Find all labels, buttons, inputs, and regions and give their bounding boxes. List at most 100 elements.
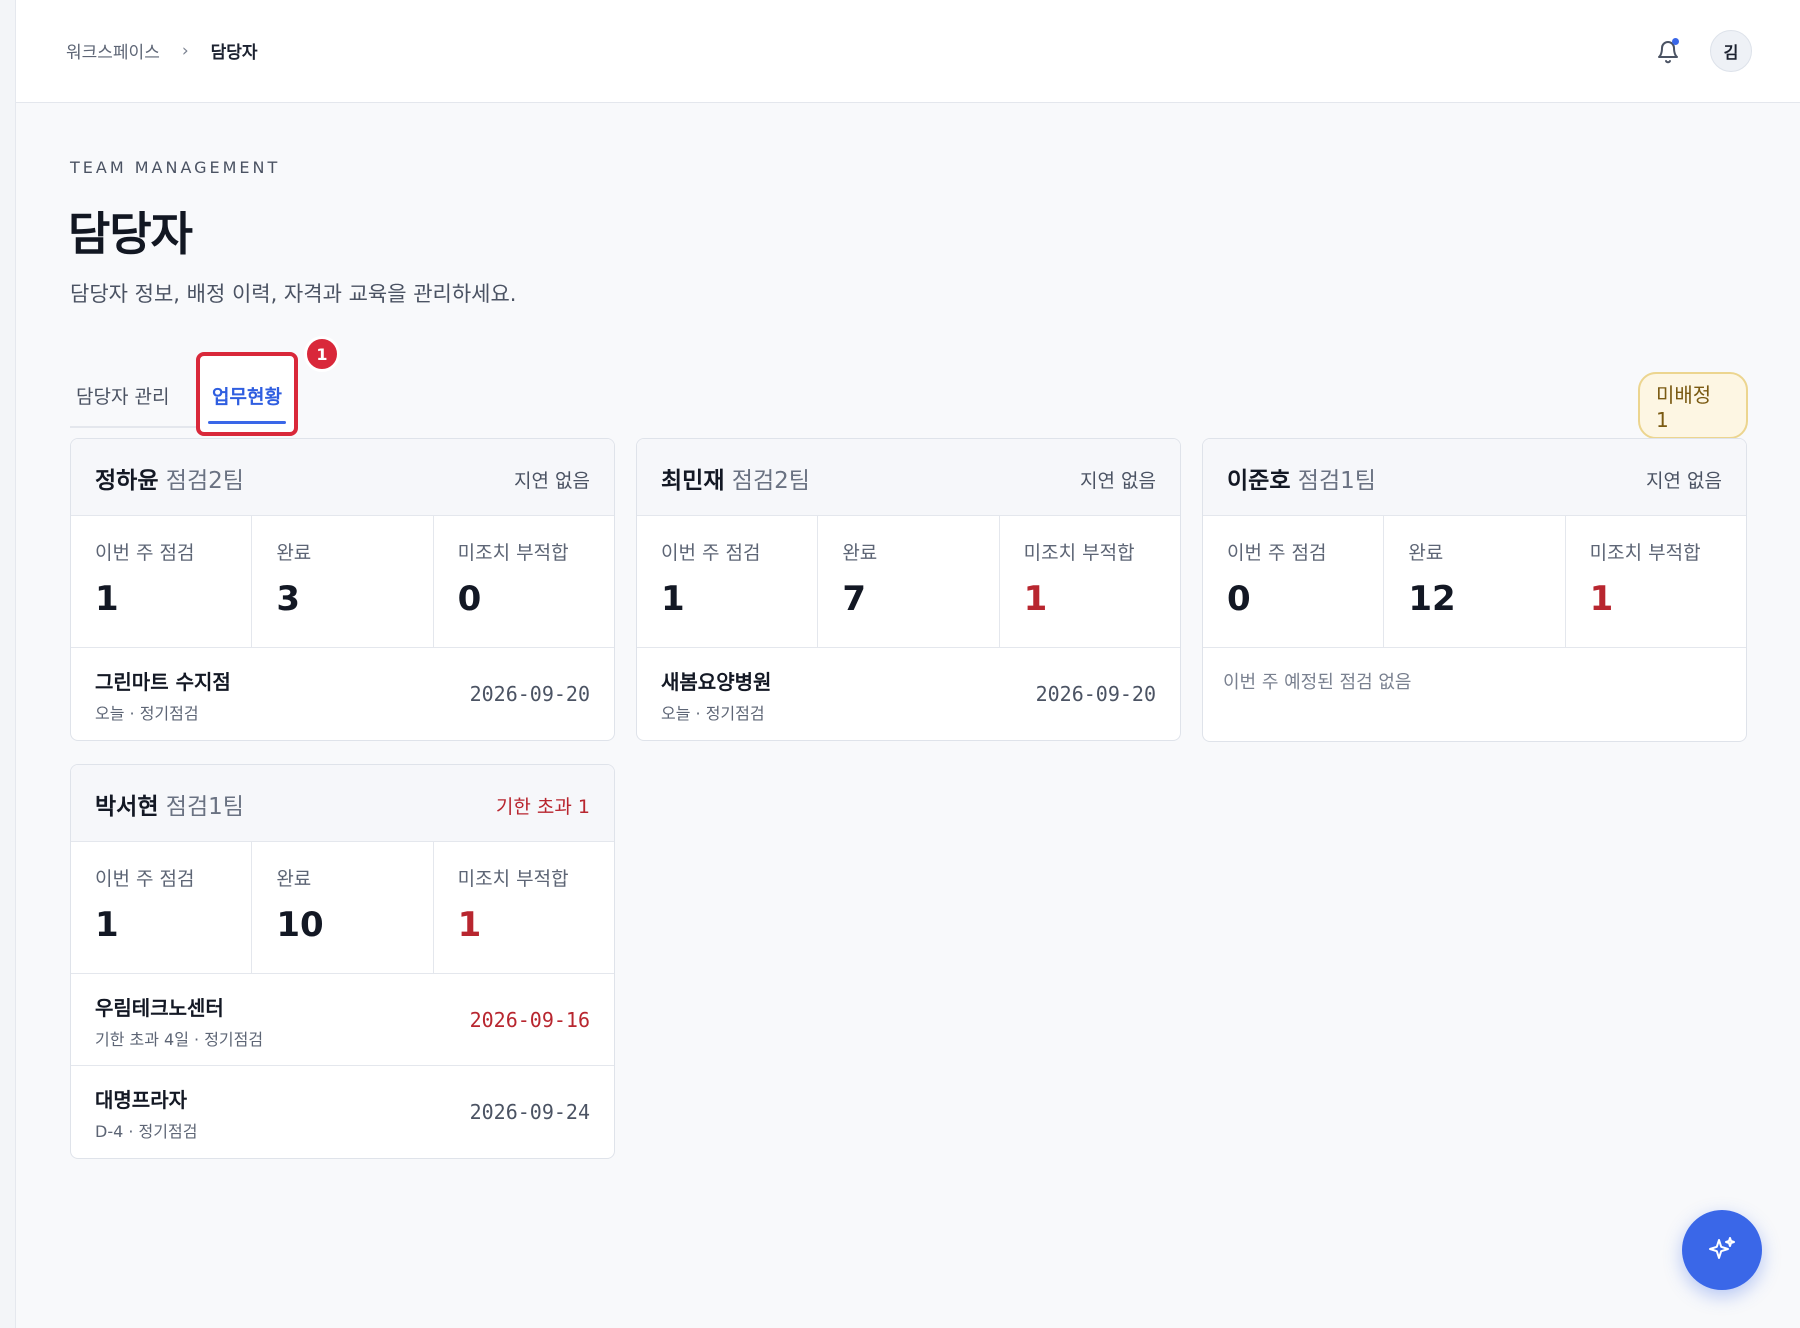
card-header: 박서현 점검1팀 기한 초과 1 (71, 765, 614, 842)
stat-label: 이번 주 점검 (95, 868, 195, 890)
stat-value: 0 (457, 579, 482, 619)
card-header: 정하윤 점검2팀 지연 없음 (71, 439, 614, 516)
stat-value: 3 (276, 579, 300, 619)
stat-label: 이번 주 점검 (95, 542, 195, 564)
task-meta: D-4 · 정기점검 (95, 1122, 198, 1141)
staff-name[interactable]: 이준호 (1227, 468, 1290, 494)
staff-name-line: 이준호 점검1팀 (1227, 461, 1376, 495)
task-row[interactable]: 새봄요양병원 오늘 · 정기점검 2026-09-20 (637, 648, 1180, 740)
stat-nonconformity: 미조치 부적합 0 (434, 516, 614, 647)
stat-label: 이번 주 점검 (661, 542, 761, 564)
staff-team: 점검2팀 (731, 468, 810, 494)
notification-dot (1672, 38, 1679, 45)
stat-value: 0 (1227, 579, 1251, 619)
task-meta: 오늘 · 정기점검 (661, 704, 765, 723)
overdue-status: 기한 초과 1 (495, 796, 590, 818)
stat-label: 미조치 부적합 (457, 868, 569, 890)
stat-value: 1 (1023, 579, 1048, 619)
task-site: 우림테크노센터 (95, 996, 224, 1020)
active-tab-indicator (208, 421, 286, 424)
task-row[interactable]: 대명프라자 D-4 · 정기점검 2026-09-24 (71, 1066, 614, 1158)
task-date: 2026-09-24 (469, 1100, 590, 1124)
card-header: 이준호 점검1팀 지연 없음 (1203, 439, 1746, 516)
staff-card: 최민재 점검2팀 지연 없음 이번 주 점검 1 완료 7 미조치 부적합 1 … (636, 438, 1181, 741)
task-date: 2026-09-20 (1035, 682, 1156, 706)
staff-name-line: 최민재 점검2팀 (661, 461, 810, 495)
staff-team: 점검1팀 (165, 794, 244, 820)
avatar[interactable]: 김 (1710, 30, 1752, 72)
stats-row: 이번 주 점검 0 완료 12 미조치 부적합 1 (1203, 516, 1746, 648)
task-site: 대명프라자 (95, 1088, 187, 1112)
stat-label: 미조치 부적합 (1589, 542, 1701, 564)
stat-label: 미조치 부적합 (1023, 542, 1135, 564)
stat-value: 12 (1408, 579, 1456, 619)
stat-label: 완료 (1408, 542, 1444, 564)
task-site: 그린마트 수지점 (95, 670, 231, 694)
task-date: 2026-09-20 (469, 682, 590, 706)
stat-nonconformity: 미조치 부적합 1 (1566, 516, 1746, 647)
staff-team: 점검1팀 (1297, 468, 1376, 494)
stat-value: 1 (95, 905, 119, 945)
delay-status: 지연 없음 (1646, 470, 1722, 492)
task-site: 새봄요양병원 (661, 670, 772, 694)
stats-row: 이번 주 점검 1 완료 3 미조치 부적합 0 (71, 516, 614, 648)
ai-assistant-button[interactable] (1682, 1210, 1762, 1290)
task-date: 2026-09-16 (469, 1008, 590, 1032)
stat-week: 이번 주 점검 1 (71, 516, 253, 647)
page-title: 담당자 (68, 207, 193, 261)
stats-row: 이번 주 점검 1 완료 7 미조치 부적합 1 (637, 516, 1180, 648)
stat-nonconformity: 미조치 부적합 1 (1000, 516, 1180, 647)
stat-done: 완료 3 (252, 516, 434, 647)
stat-value: 10 (276, 905, 324, 945)
stat-value: 1 (95, 579, 119, 619)
empty-state: 이번 주 예정된 점검 없음 (1223, 672, 1412, 693)
tab-staff-management[interactable]: 담당자 관리 (76, 382, 169, 409)
stat-nonconformity: 미조치 부적합 1 (434, 842, 614, 973)
staff-team: 점검2팀 (165, 468, 244, 494)
top-bar: 워크스페이스 › 담당자 김 (16, 0, 1800, 103)
stat-label: 완료 (276, 868, 312, 890)
breadcrumb-current: 담당자 (210, 43, 258, 63)
tab-work-status[interactable]: 업무현황 1 (196, 336, 340, 436)
staff-card: 박서현 점검1팀 기한 초과 1 이번 주 점검 1 완료 10 미조치 부적합… (70, 764, 615, 1159)
stat-label: 완료 (276, 542, 312, 564)
stat-done: 완료 7 (818, 516, 1000, 647)
staff-name-line: 박서현 점검1팀 (95, 787, 244, 821)
task-meta: 기한 초과 4일 · 정기점검 (95, 1030, 264, 1049)
stat-label: 완료 (842, 542, 878, 564)
card-header: 최민재 점검2팀 지연 없음 (637, 439, 1180, 516)
chevron-right-icon: › (181, 40, 189, 61)
staff-name-line: 정하윤 점검2팀 (95, 461, 244, 495)
staff-name[interactable]: 최민재 (661, 468, 724, 494)
task-row[interactable]: 그린마트 수지점 오늘 · 정기점검 2026-09-20 (71, 648, 614, 740)
task-row[interactable]: 우림테크노센터 기한 초과 4일 · 정기점검 2026-09-16 (71, 974, 614, 1066)
step-badge: 1 (304, 336, 340, 372)
stat-week: 이번 주 점검 0 (1203, 516, 1385, 647)
stat-value: 1 (457, 905, 482, 945)
delay-status: 지연 없음 (514, 470, 590, 492)
tab-bar: 담당자 관리 업무현황 1 미배정 1 (70, 336, 1748, 439)
sidebar-edge (0, 0, 16, 1328)
notification-button[interactable] (1648, 32, 1688, 72)
stats-row: 이번 주 점검 1 완료 10 미조치 부적합 1 (71, 842, 614, 974)
stat-value: 7 (842, 579, 866, 619)
staff-name[interactable]: 정하윤 (95, 468, 158, 494)
page-subtitle: 담당자 정보, 배정 이력, 자격과 교육을 관리하세요. (70, 282, 517, 306)
page-eyebrow: TEAM MANAGEMENT (70, 158, 281, 177)
stat-label: 미조치 부적합 (457, 542, 569, 564)
breadcrumb-workspace[interactable]: 워크스페이스 (66, 38, 160, 63)
stat-done: 완료 12 (1384, 516, 1566, 647)
stat-done: 완료 10 (252, 842, 434, 973)
tab-work-status-label: 업무현황 (212, 386, 282, 408)
stat-label: 이번 주 점검 (1227, 542, 1327, 564)
sparkles-icon (1709, 1237, 1735, 1259)
stat-week: 이번 주 점검 1 (71, 842, 253, 973)
breadcrumb: 워크스페이스 › 담당자 (66, 38, 258, 64)
staff-card: 정하윤 점검2팀 지연 없음 이번 주 점검 1 완료 3 미조치 부적합 0 … (70, 438, 615, 741)
stat-value: 1 (661, 579, 685, 619)
delay-status: 지연 없음 (1080, 470, 1156, 492)
stat-value: 1 (1589, 579, 1614, 619)
staff-name[interactable]: 박서현 (95, 794, 158, 820)
staff-card: 이준호 점검1팀 지연 없음 이번 주 점검 0 완료 12 미조치 부적합 1… (1202, 438, 1747, 742)
unassigned-badge[interactable]: 미배정 1 (1638, 372, 1748, 439)
